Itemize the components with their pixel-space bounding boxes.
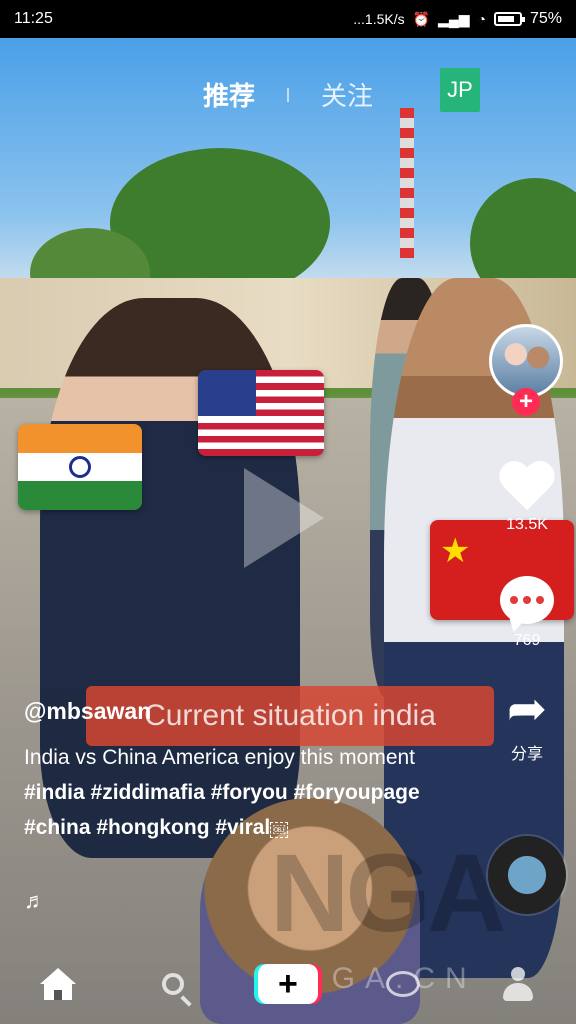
create-button: + (257, 964, 318, 1004)
tab-separator (287, 87, 289, 102)
description-text: India vs China America enjoy this moment (24, 746, 416, 769)
like-count: 13.5K (506, 516, 548, 533)
follow-plus-button[interactable]: + (512, 388, 540, 416)
alarm-icon: ⏰ (412, 10, 431, 27)
hashtag[interactable]: #foryou (211, 781, 288, 804)
comment-button[interactable]: 769 (487, 576, 567, 650)
status-right: ...1.5K/s ⏰ ▂▄▆ ◔ 75% (353, 10, 562, 28)
hashtag[interactable]: #china (24, 816, 91, 839)
wifi-icon: ◔ (477, 11, 486, 27)
status-time: 11:25 (14, 10, 53, 27)
messages-icon (386, 971, 421, 997)
share-label: 分享 (510, 746, 543, 763)
profile-icon (501, 967, 535, 1001)
battery-percent: 75% (529, 10, 562, 27)
share-arrow-icon: ➦ (506, 683, 548, 736)
star-icon: ★ (440, 532, 471, 570)
nav-home[interactable] (28, 954, 88, 1014)
caption-text: Current situation india (144, 699, 436, 732)
india-flag (18, 424, 142, 510)
hashtag[interactable]: #viral (215, 816, 270, 839)
flag-canton (198, 370, 256, 416)
hashtag[interactable]: #ziddimafia (91, 781, 205, 804)
like-button[interactable]: 13.5K (487, 462, 567, 534)
signal-icon: ▂▄▆ (438, 10, 470, 27)
nav-create[interactable]: + (257, 954, 318, 1014)
comment-count: 769 (513, 632, 541, 649)
watermark-logo: NGA (270, 832, 506, 955)
plus-icon: + (278, 965, 298, 1003)
share-button[interactable]: ➦ 分享 (487, 686, 567, 764)
battery-icon (493, 12, 525, 26)
bottom-nav: + (0, 944, 576, 1024)
chakra-icon (69, 456, 91, 478)
nav-messages[interactable] (373, 954, 433, 1014)
tab-recommend[interactable]: 推荐 (203, 76, 255, 113)
net-speed: ...1.5K/s (353, 11, 405, 27)
creator-avatar[interactable] (489, 324, 563, 398)
hashtag[interactable]: #hongkong (96, 816, 209, 839)
play-icon (244, 468, 324, 568)
tab-following[interactable]: 关注 (321, 76, 373, 113)
search-icon (161, 973, 184, 995)
usa-flag (198, 370, 324, 456)
hashtag[interactable]: #foryoupage (294, 781, 420, 804)
nav-profile[interactable] (488, 954, 548, 1014)
music-note-icon[interactable]: ♬ (24, 888, 46, 914)
comment-icon (500, 576, 554, 624)
heart-icon (499, 462, 555, 512)
radio-tower (400, 108, 414, 258)
username[interactable]: @mbsawan (24, 698, 151, 725)
top-nav: 推荐 关注 (0, 76, 576, 113)
nav-search[interactable] (143, 954, 203, 1014)
status-bar: 11:25 ...1.5K/s ⏰ ▂▄▆ ◔ 75% (0, 0, 576, 38)
home-icon (39, 968, 76, 1000)
hashtag[interactable]: #india (24, 781, 85, 804)
jp-badge[interactable]: JP (440, 68, 480, 112)
